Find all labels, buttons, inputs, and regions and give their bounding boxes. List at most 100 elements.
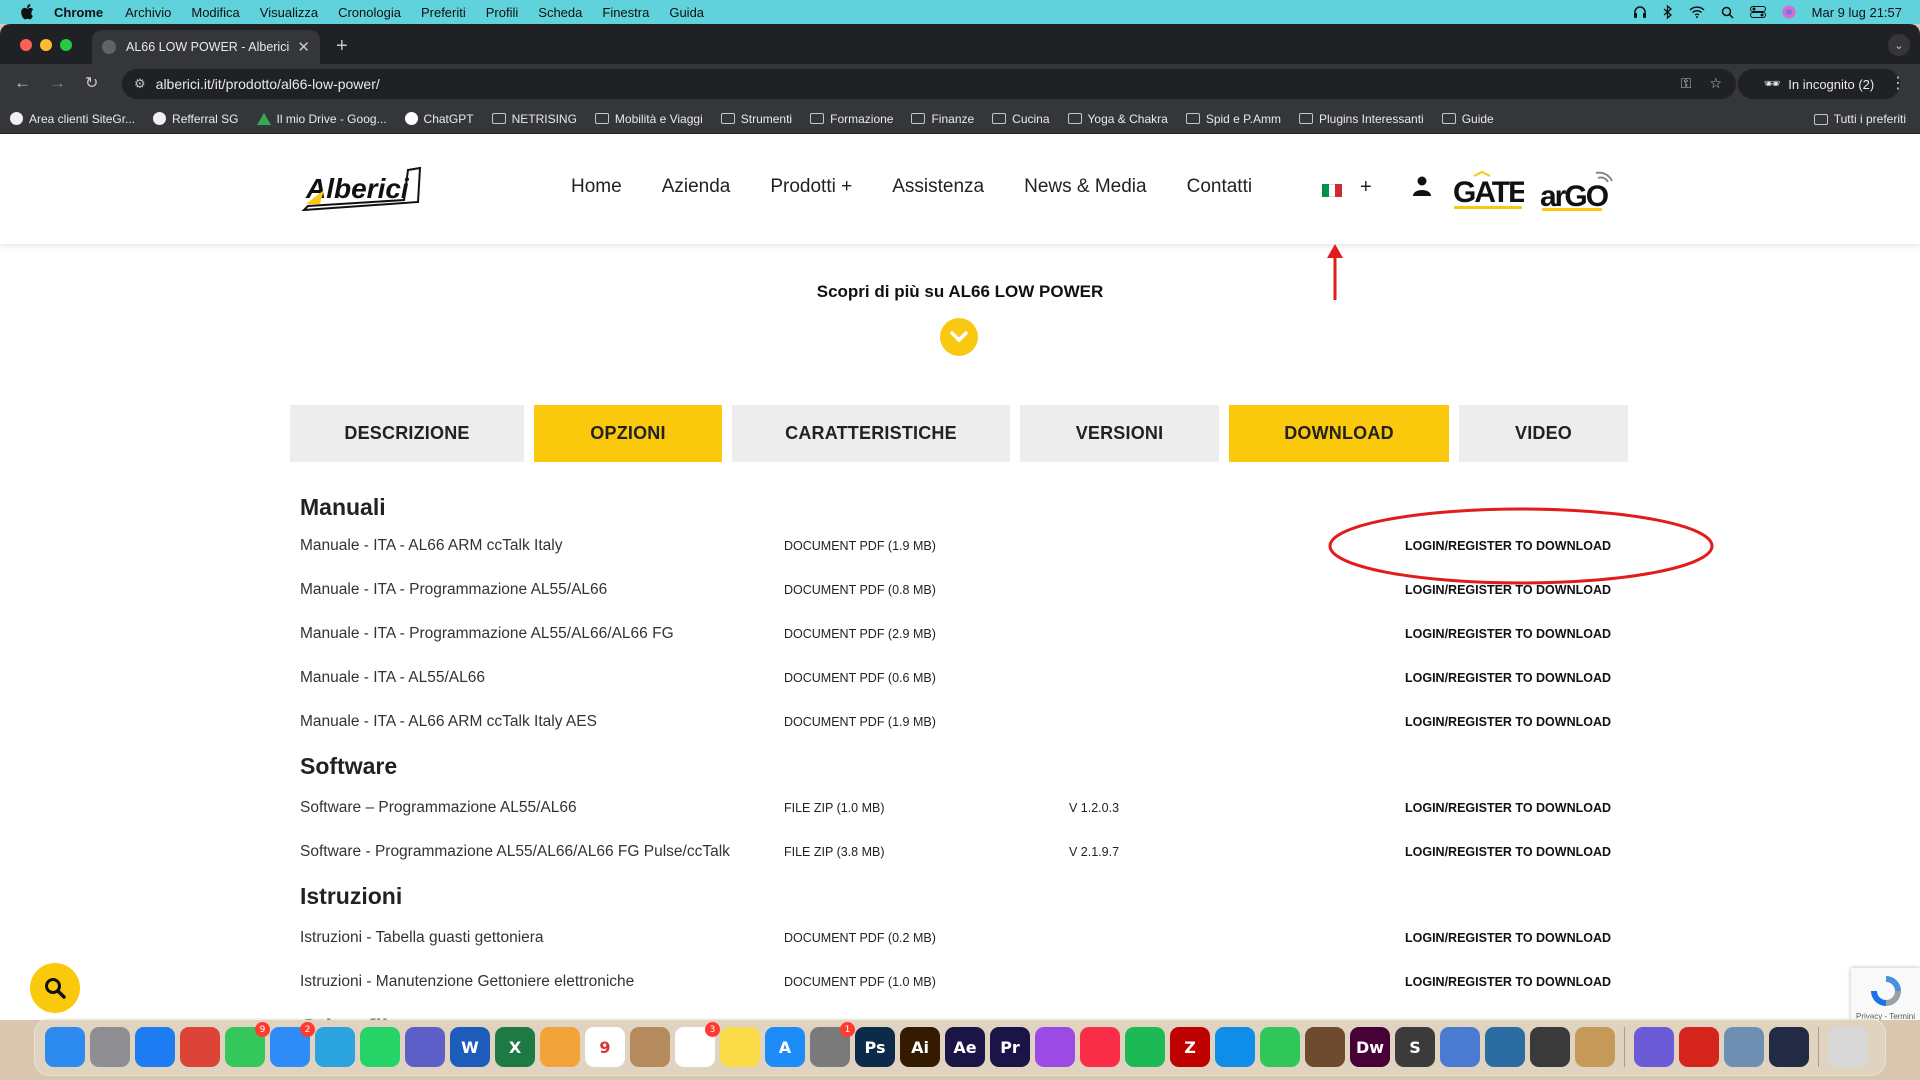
dock-spotify-icon[interactable] [1125,1027,1165,1067]
spotlight-search-icon[interactable] [1721,6,1734,19]
dock-podcasts-icon[interactable] [1035,1027,1075,1067]
menu-profili[interactable]: Profili [486,5,519,20]
forward-arrow-icon[interactable]: → [49,73,66,93]
close-window-button[interactable] [20,39,32,51]
dock-preview-icon[interactable] [1724,1027,1764,1067]
user-account-icon[interactable] [1413,176,1431,201]
dock-launchpad-icon[interactable] [90,1027,130,1067]
dock-keynote-icon[interactable] [1305,1027,1345,1067]
incognito-profile-button[interactable]: 🕶 In incognito (2) [1738,69,1900,99]
tab-video[interactable]: VIDEO [1459,405,1628,462]
url-text[interactable]: alberici.it/it/prodotto/al66-low-power/ [156,76,380,92]
bookmark-item[interactable]: Spid e P.Amm [1185,112,1281,126]
nav-item-news-media[interactable]: News & Media [1024,176,1147,198]
dock-premiere-icon[interactable]: Pr [990,1027,1030,1067]
dock-teamviewer-icon[interactable] [1215,1027,1255,1067]
dock-robinhood-icon[interactable] [1440,1027,1480,1067]
argo-logo[interactable]: arGO [1538,168,1620,219]
dock-sublime-icon[interactable]: S [1395,1027,1435,1067]
dock-finder-icon[interactable] [45,1027,85,1067]
dock-proxyman-icon[interactable] [1485,1027,1525,1067]
dock-trash-icon[interactable] [1828,1027,1868,1067]
zoom-window-button[interactable] [60,39,72,51]
bookmark-item[interactable]: Refferral SG [153,112,239,126]
bookmark-item[interactable]: Cucina [992,112,1050,126]
dock-music-icon[interactable] [1080,1027,1120,1067]
nav-item-azienda[interactable]: Azienda [662,176,731,198]
menu-archivio[interactable]: Archivio [125,5,171,20]
dock-archive-utility-icon[interactable] [1575,1027,1615,1067]
dock-mail-icon[interactable]: 2 [270,1022,315,1067]
nav-item-home[interactable]: Home [571,176,622,198]
bookmark-item[interactable]: Yoga & Chakra [1067,112,1168,126]
dock-facetime-icon[interactable] [1260,1027,1300,1067]
control-center-icon[interactable] [1749,6,1766,18]
bookmark-item[interactable]: Plugins Interessanti [1298,112,1424,126]
tab-opzioni[interactable]: OPZIONI [534,405,722,462]
gate-logo[interactable]: GATE [1452,170,1529,219]
nav-item-contatti[interactable]: Contatti [1187,176,1252,198]
dock-excel-icon[interactable]: X [495,1027,535,1067]
menu-modifica[interactable]: Modifica [191,5,239,20]
new-tab-icon[interactable]: + [336,35,348,58]
bookmark-item[interactable]: ChatGPT [404,112,474,126]
back-arrow-icon[interactable]: ← [14,73,31,93]
bookmark-item[interactable]: Il mio Drive - Goog... [256,112,387,126]
menu-guida[interactable]: Guida [669,5,704,20]
dock-contacts-icon[interactable] [630,1027,670,1067]
menu-cronologia[interactable]: Cronologia [338,5,401,20]
dock-dreamweaver-icon[interactable]: Dw [1350,1027,1390,1067]
dock-filezilla-icon[interactable]: Z [1170,1027,1210,1067]
dock-after-effects-icon[interactable]: Ae [945,1027,985,1067]
password-key-icon[interactable]: ⚿ [1681,75,1692,92]
reload-icon[interactable]: ↻ [85,73,98,93]
site-search-button[interactable] [30,963,80,1013]
dock-illustrator-icon[interactable]: Ai [900,1027,940,1067]
bookmark-item[interactable]: Mobilità e Viaggi [594,112,703,126]
nav-item-prodotti[interactable]: Prodotti + [770,176,852,198]
bookmark-star-icon[interactable]: ☆ [1709,75,1722,92]
recaptcha-badge[interactable]: Privacy - Termini [1851,968,1920,1020]
menu-scheda[interactable]: Scheda [538,5,582,20]
login-register-download-link[interactable]: LOGIN/REGISTER TO DOWNLOAD [1405,671,1611,685]
italian-flag-icon[interactable] [1322,184,1343,197]
tab-download[interactable]: DOWNLOAD [1229,405,1449,462]
menu-visualizza[interactable]: Visualizza [260,5,318,20]
tab-versioni[interactable]: VERSIONI [1020,405,1219,462]
scroll-down-chevron-icon[interactable] [940,318,978,356]
nav-item-assistenza[interactable]: Assistenza [892,176,984,198]
tab-search-chevron-icon[interactable]: ⌄ [1888,34,1910,56]
login-register-download-link[interactable]: LOGIN/REGISTER TO DOWNLOAD [1405,845,1611,859]
dock-screenshot-icon[interactable] [1769,1027,1809,1067]
login-register-download-link[interactable]: LOGIN/REGISTER TO DOWNLOAD [1405,801,1611,815]
tab-caratteristiche[interactable]: CARATTERISTICHE [732,405,1010,462]
all-bookmarks[interactable]: Tutti i preferiti [1813,112,1906,126]
menu-app-name[interactable]: Chrome [54,5,103,20]
alberici-logo[interactable]: Alberici [300,164,422,214]
login-register-download-link[interactable]: LOGIN/REGISTER TO DOWNLOAD [1405,975,1611,989]
dock-whatsapp-icon[interactable] [360,1027,400,1067]
dock-messages-icon[interactable]: 9 [225,1022,270,1067]
bookmark-item[interactable]: Strumenti [720,112,792,126]
dock-teams-icon[interactable] [405,1027,445,1067]
menubar-clock[interactable]: Mar 9 lug 21:57 [1812,5,1902,20]
apple-icon[interactable] [20,4,36,20]
tab-close-icon[interactable]: ✕ [297,38,310,56]
dock-calendar-icon[interactable]: 9 [585,1027,625,1067]
dock-photos-icon[interactable] [540,1027,580,1067]
bookmark-item[interactable]: Guide [1441,112,1494,126]
dock-siri-app-icon[interactable] [1634,1027,1674,1067]
bluetooth-icon[interactable] [1663,5,1673,19]
browser-tab-active[interactable]: AL66 LOW POWER - Alberici ✕ [92,30,320,64]
language-expand-button[interactable]: + [1360,176,1372,199]
site-info-icon[interactable]: ⚙ [134,76,146,92]
bookmark-item[interactable]: Formazione [810,112,893,126]
dock-app-store-icon[interactable]: A [765,1027,805,1067]
dock-chrome-icon[interactable] [180,1027,220,1067]
bookmark-item[interactable]: Finanze [911,112,974,126]
dock-photoshop-icon[interactable]: Ps [855,1027,895,1067]
login-register-download-link[interactable]: LOGIN/REGISTER TO DOWNLOAD [1405,715,1611,729]
dock-notes-icon[interactable] [720,1027,760,1067]
bookmark-item[interactable]: Area clienti SiteGr... [10,112,135,126]
headphones-icon[interactable] [1633,5,1647,19]
